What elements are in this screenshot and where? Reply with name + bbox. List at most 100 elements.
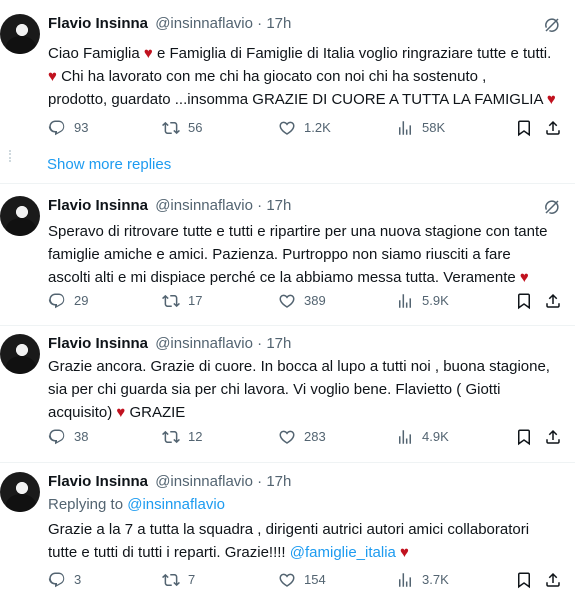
views-count: 3.7K	[422, 572, 449, 587]
reply-count: 93	[74, 120, 89, 135]
divider	[0, 462, 575, 463]
views-button[interactable]: 3.7K	[396, 570, 449, 590]
tweet-text: Grazie a la 7 a tutta la squadra , dirig…	[48, 518, 568, 564]
tweet-header: Flavio Insinna @insinnaflavio · 17h	[48, 334, 291, 354]
bookmark-icon[interactable]	[515, 428, 533, 446]
like-icon	[278, 119, 296, 137]
reply-icon	[48, 292, 66, 310]
author-name[interactable]: Flavio Insinna	[48, 197, 148, 214]
separator-dot: ·	[257, 473, 263, 490]
views-icon	[396, 428, 414, 446]
reply-button[interactable]: 93	[48, 118, 88, 138]
reply-count: 3	[74, 572, 82, 587]
repost-count: 56	[188, 120, 203, 135]
divider	[0, 325, 575, 326]
author-name[interactable]: Flavio Insinna	[48, 473, 148, 490]
like-count: 154	[304, 572, 326, 587]
views-button[interactable]: 5.9K	[396, 291, 449, 311]
views-count: 5.9K	[422, 293, 449, 308]
timestamp[interactable]: 17h	[266, 15, 291, 32]
share-icon[interactable]	[544, 119, 562, 137]
author-handle[interactable]: @insinnaflavio	[155, 335, 253, 352]
avatar[interactable]	[0, 334, 40, 374]
tweet-text-line: acquisito) ♥ GRAZIE	[48, 404, 186, 421]
share-icon[interactable]	[544, 292, 562, 310]
heart-emoji: ♥	[400, 544, 409, 561]
reply-icon	[48, 119, 66, 137]
like-button[interactable]: 283	[278, 427, 326, 447]
reply-button[interactable]: 29	[48, 291, 88, 311]
repost-icon	[162, 571, 180, 589]
reply-button[interactable]: 3	[48, 570, 81, 590]
author-handle[interactable]: @insinnaflavio	[155, 473, 253, 490]
reply-button[interactable]: 38	[48, 427, 88, 447]
tweet-header: Flavio Insinna @insinnaflavio · 17h	[48, 472, 291, 492]
views-icon	[396, 571, 414, 589]
tweet-text-line: ♥ Chi ha lavorato con me chi ha giocato …	[48, 68, 487, 85]
avatar[interactable]	[0, 472, 40, 512]
repost-button[interactable]: 12	[162, 427, 202, 447]
bookmark-icon[interactable]	[515, 292, 533, 310]
repost-button[interactable]: 56	[162, 118, 202, 138]
like-button[interactable]: 154	[278, 570, 326, 590]
reply-count: 29	[74, 293, 89, 308]
show-more-replies-link[interactable]: Show more replies	[47, 155, 171, 175]
mention-link[interactable]: @famiglie_italia	[290, 544, 396, 561]
share-icon[interactable]	[544, 571, 562, 589]
repost-count: 7	[188, 572, 196, 587]
tweet-header: Flavio Insinna @insinnaflavio · 17h	[48, 196, 291, 216]
views-button[interactable]: 4.9K	[396, 427, 449, 447]
separator-dot: ·	[257, 15, 263, 32]
repost-button[interactable]: 7	[162, 570, 195, 590]
like-count: 1.2K	[304, 120, 331, 135]
like-button[interactable]: 1.2K	[278, 118, 331, 138]
share-icon[interactable]	[544, 428, 562, 446]
author-handle[interactable]: @insinnaflavio	[155, 197, 253, 214]
tweet-text-line: Ciao Famiglia ♥ e Famiglia di Famiglie d…	[48, 45, 552, 62]
repost-icon	[162, 292, 180, 310]
like-icon	[278, 428, 296, 446]
reply-icon	[48, 571, 66, 589]
action-bar: 29 17 389 5.9K	[48, 291, 568, 311]
repost-button[interactable]: 17	[162, 291, 202, 311]
divider	[0, 183, 575, 184]
like-count: 389	[304, 293, 326, 308]
tweet-text-line: famiglie amiche e amici. Pazienza. Purtr…	[48, 246, 511, 263]
bookmark-icon[interactable]	[515, 119, 533, 137]
like-icon	[278, 292, 296, 310]
like-button[interactable]: 389	[278, 291, 326, 311]
action-bar: 3 7 154 3.7K	[48, 570, 568, 590]
avatar[interactable]	[0, 14, 40, 54]
views-icon	[396, 119, 414, 137]
separator-dot: ·	[257, 335, 263, 352]
tweet-text: Grazie ancora. Grazie di cuore. In bocca…	[48, 355, 568, 424]
author-name[interactable]: Flavio Insinna	[48, 15, 148, 32]
thread-connector	[9, 150, 11, 162]
views-button[interactable]: 58K	[396, 118, 445, 138]
tweet-text: Ciao Famiglia ♥ e Famiglia di Famiglie d…	[48, 42, 568, 111]
tweet-text: Speravo di ritrovare tutte e tutti e rip…	[48, 220, 568, 289]
grok-icon[interactable]	[543, 16, 561, 34]
timestamp[interactable]: 17h	[266, 335, 291, 352]
tweet-text-line-with-mention: tutte e tutti di tutti i reparti. Grazie…	[48, 541, 568, 564]
timestamp[interactable]: 17h	[266, 197, 291, 214]
repost-icon	[162, 119, 180, 137]
tweet-text-line: Speravo di ritrovare tutte e tutti e rip…	[48, 223, 548, 240]
avatar[interactable]	[0, 196, 40, 236]
like-count: 283	[304, 429, 326, 444]
views-count: 58K	[422, 120, 446, 135]
author-name[interactable]: Flavio Insinna	[48, 335, 148, 352]
author-handle[interactable]: @insinnaflavio	[155, 15, 253, 32]
separator-dot: ·	[257, 197, 263, 214]
timestamp[interactable]: 17h	[266, 473, 291, 490]
tweet-text-segment: tutte e tutti di tutti i reparti. Grazie…	[48, 544, 290, 561]
tweet-text-line: Grazie a la 7 a tutta la squadra , dirig…	[48, 521, 530, 538]
tweet-text-line: prodotto, guardato ...insomma GRAZIE DI …	[48, 91, 556, 108]
tweet-text-line: ascolti alti e mi dispiace perché ce la …	[48, 269, 529, 286]
reply-count: 38	[74, 429, 89, 444]
like-icon	[278, 571, 296, 589]
grok-icon[interactable]	[543, 198, 561, 216]
bookmark-icon[interactable]	[515, 571, 533, 589]
repost-count: 12	[188, 429, 203, 444]
replying-to-link[interactable]: @insinnaflavio	[127, 496, 225, 513]
